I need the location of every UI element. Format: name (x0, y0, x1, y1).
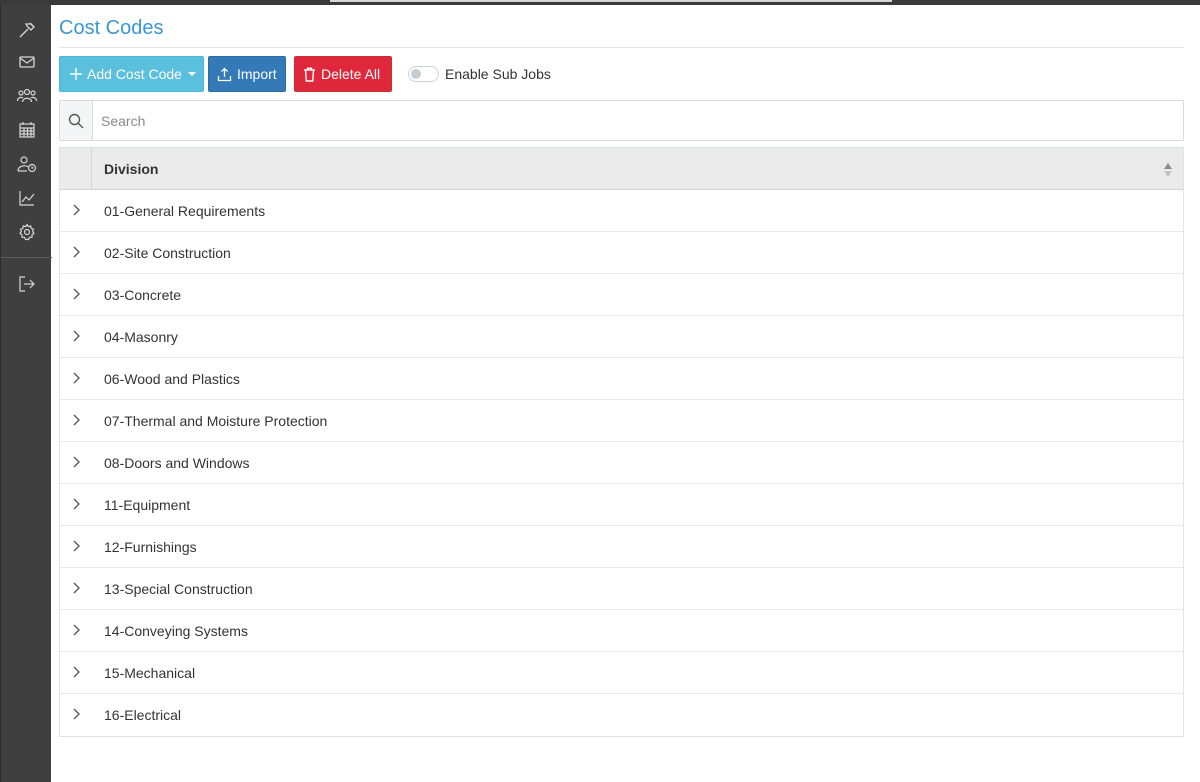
table-row[interactable]: 08-Doors and Windows (60, 442, 1183, 484)
chevron-right-icon[interactable] (70, 371, 82, 385)
import-label: Import (237, 66, 277, 82)
table-row[interactable]: 11-Equipment (60, 484, 1183, 526)
chevron-right-icon[interactable] (70, 539, 82, 553)
table-body: 01-General Requirements 02-Site Construct… (60, 190, 1183, 736)
chevron-right-icon[interactable] (70, 665, 82, 679)
plus-icon (70, 68, 82, 80)
division-name: 04-Masonry (104, 329, 178, 345)
logout-icon[interactable] (14, 271, 40, 297)
user-clock-icon[interactable] (14, 151, 40, 177)
search-icon (60, 101, 93, 140)
chevron-right-icon[interactable] (70, 329, 82, 343)
top-bar-notch (330, 0, 892, 2)
chevron-right-icon[interactable] (70, 581, 82, 595)
division-name: 07-Thermal and Moisture Protection (104, 413, 328, 429)
division-name: 08-Doors and Windows (104, 455, 250, 471)
table-row[interactable]: 02-Site Construction (60, 232, 1183, 274)
chevron-right-icon[interactable] (70, 287, 82, 301)
add-cost-code-button[interactable]: Add Cost Code (59, 56, 204, 92)
chevron-right-icon[interactable] (70, 413, 82, 427)
chevron-right-icon[interactable] (70, 623, 82, 637)
division-name: 06-Wood and Plastics (104, 371, 240, 387)
add-cost-code-label: Add Cost Code (87, 66, 182, 82)
table-header: Division (60, 148, 1183, 190)
table-row[interactable]: 07-Thermal and Moisture Protection (60, 400, 1183, 442)
table-row[interactable]: 14-Conveying Systems (60, 610, 1183, 652)
chart-line-icon[interactable] (14, 185, 40, 211)
import-button[interactable]: Import (208, 56, 286, 92)
main-content: Cost Codes Add Cost Code Import Delete A… (51, 5, 1200, 782)
division-name: 03-Concrete (104, 287, 182, 303)
hammer-icon[interactable] (14, 17, 40, 43)
calendar-icon[interactable] (14, 117, 40, 143)
division-name: 15-Mechanical (104, 665, 196, 681)
division-name: 13-Special Construction (104, 581, 253, 597)
table-row[interactable]: 16-Electrical (60, 694, 1183, 736)
upload-icon (217, 67, 232, 81)
enable-sub-jobs-label: Enable Sub Jobs (445, 66, 551, 82)
search-input[interactable] (94, 101, 1183, 140)
chevron-right-icon[interactable] (70, 455, 82, 469)
dropdown-caret-icon (187, 72, 196, 76)
page-title: Cost Codes (59, 17, 164, 39)
search-box (59, 100, 1184, 141)
toggle-knob (411, 69, 421, 79)
table-row[interactable]: 01-General Requirements (60, 190, 1183, 232)
chevron-right-icon[interactable] (70, 497, 82, 511)
table-row[interactable]: 04-Masonry (60, 316, 1183, 358)
division-name: 11-Equipment (104, 497, 191, 513)
division-name: 02-Site Construction (104, 245, 231, 261)
sort-icon[interactable] (1163, 162, 1173, 178)
chevron-right-icon[interactable] (70, 707, 82, 721)
division-table: Division 01-General Requirements 02-Site … (59, 147, 1184, 737)
sidebar (0, 5, 52, 782)
gear-icon[interactable] (14, 219, 40, 245)
division-column-header[interactable]: Division (104, 161, 158, 177)
division-name: 14-Conveying Systems (104, 623, 248, 639)
table-row[interactable]: 13-Special Construction (60, 568, 1183, 610)
table-row[interactable]: 06-Wood and Plastics (60, 358, 1183, 400)
expand-column-header (60, 148, 92, 190)
enable-sub-jobs-toggle[interactable] (408, 66, 439, 82)
table-row[interactable]: 03-Concrete (60, 274, 1183, 316)
trash-icon (304, 67, 315, 82)
sidebar-divider (1, 257, 52, 258)
chevron-right-icon[interactable] (70, 203, 82, 217)
delete-all-label: Delete All (321, 66, 381, 82)
table-row[interactable]: 12-Furnishings (60, 526, 1183, 568)
table-row[interactable]: 15-Mechanical (60, 652, 1183, 694)
mail-icon[interactable] (14, 49, 40, 75)
division-name: 01-General Requirements (104, 203, 266, 219)
title-divider (59, 47, 1184, 48)
delete-all-button[interactable]: Delete All (294, 56, 392, 92)
chevron-right-icon[interactable] (70, 245, 82, 259)
division-name: 16-Electrical (104, 707, 182, 723)
division-name: 12-Furnishings (104, 539, 197, 555)
users-icon[interactable] (14, 83, 40, 109)
